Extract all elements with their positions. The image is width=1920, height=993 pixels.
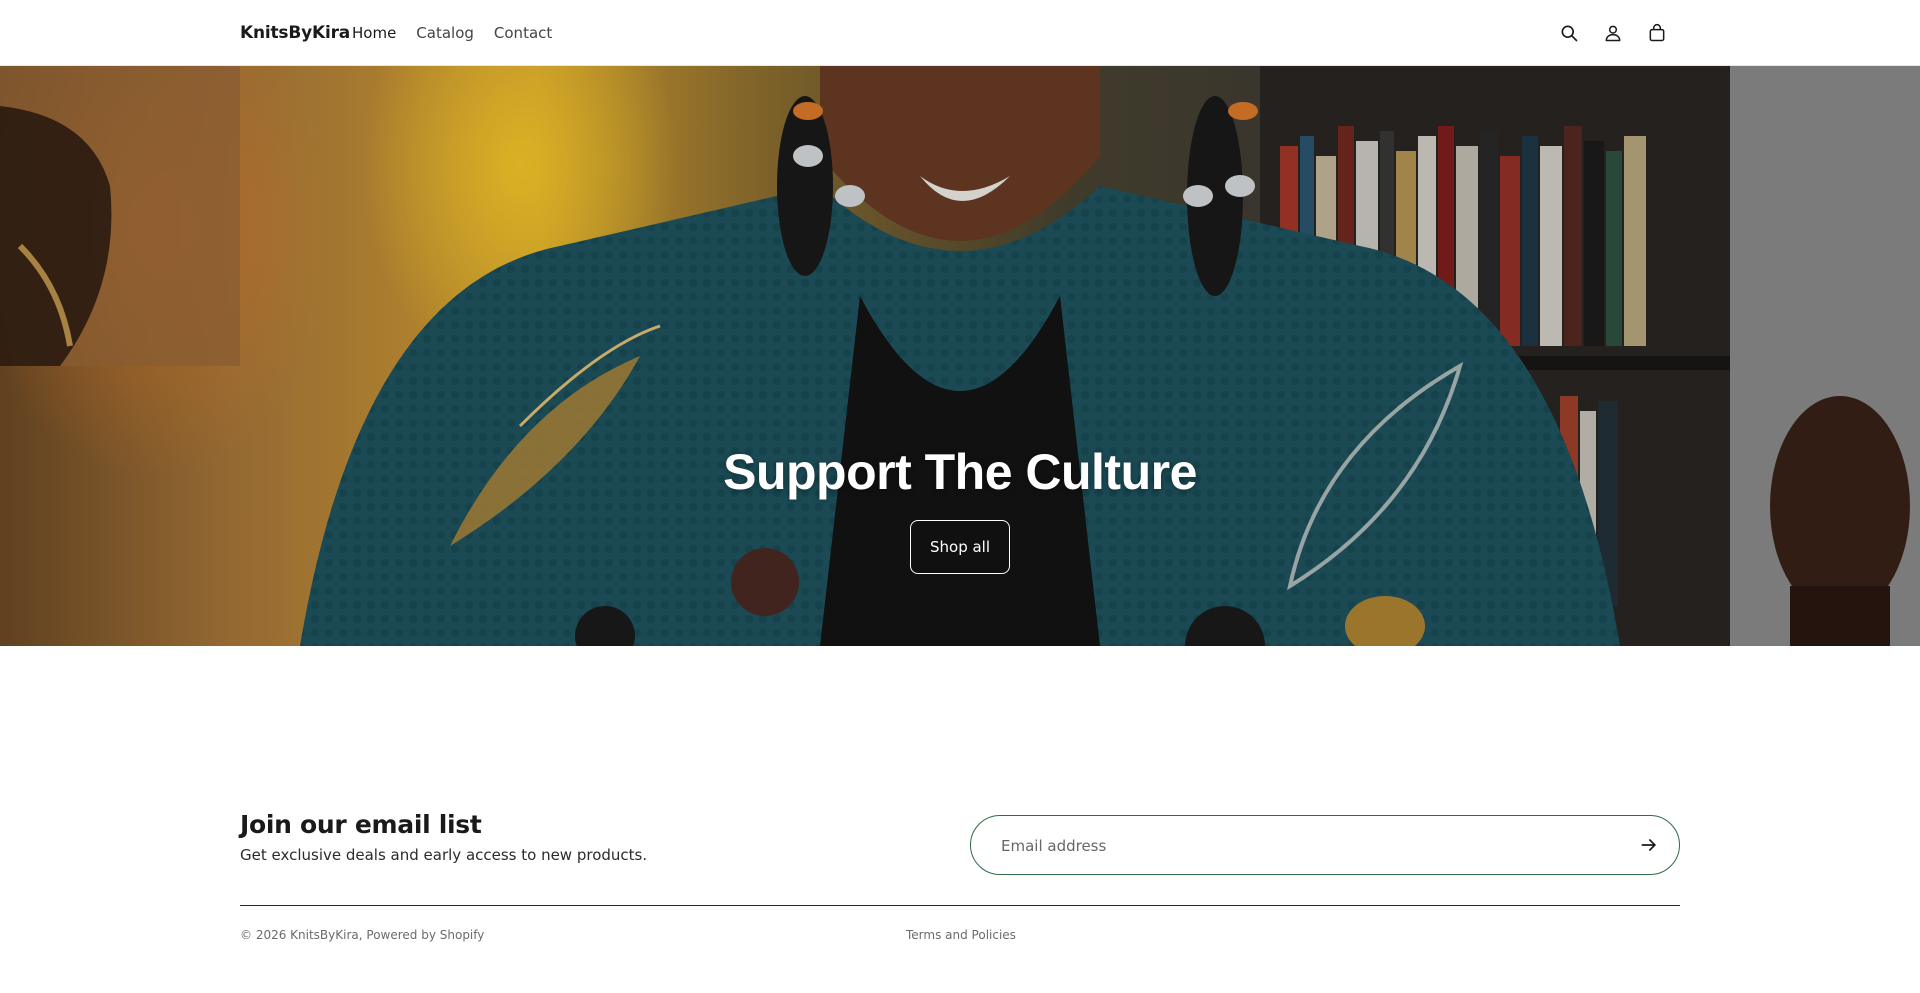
site-header: KnitsByKira Home Catalog Contact: [0, 0, 1920, 66]
account-icon[interactable]: [1601, 21, 1625, 45]
nav-contact[interactable]: Contact: [494, 24, 552, 42]
newsletter-title: Join our email list: [240, 810, 482, 839]
footer-copyright: © 2026 KnitsByKira, Powered by Shopify: [240, 928, 485, 942]
main-nav: Home Catalog Contact: [352, 0, 552, 66]
nav-home[interactable]: Home: [352, 24, 396, 42]
brand-logo[interactable]: KnitsByKira: [240, 0, 350, 66]
search-icon[interactable]: [1557, 21, 1581, 45]
arrow-right-icon[interactable]: [1637, 833, 1661, 857]
terms-policies-link[interactable]: Terms and Policies: [906, 928, 1016, 942]
footer-divider: [240, 905, 1680, 906]
newsletter-subtitle: Get exclusive deals and early access to …: [240, 846, 648, 864]
shop-all-button[interactable]: Shop all: [910, 520, 1010, 574]
email-input[interactable]: [999, 816, 1603, 876]
hero-title: Support The Culture: [723, 444, 1197, 500]
nav-catalog[interactable]: Catalog: [416, 24, 474, 42]
cart-icon[interactable]: [1645, 21, 1669, 45]
header-icons: [1557, 0, 1669, 66]
email-form: [970, 815, 1680, 876]
